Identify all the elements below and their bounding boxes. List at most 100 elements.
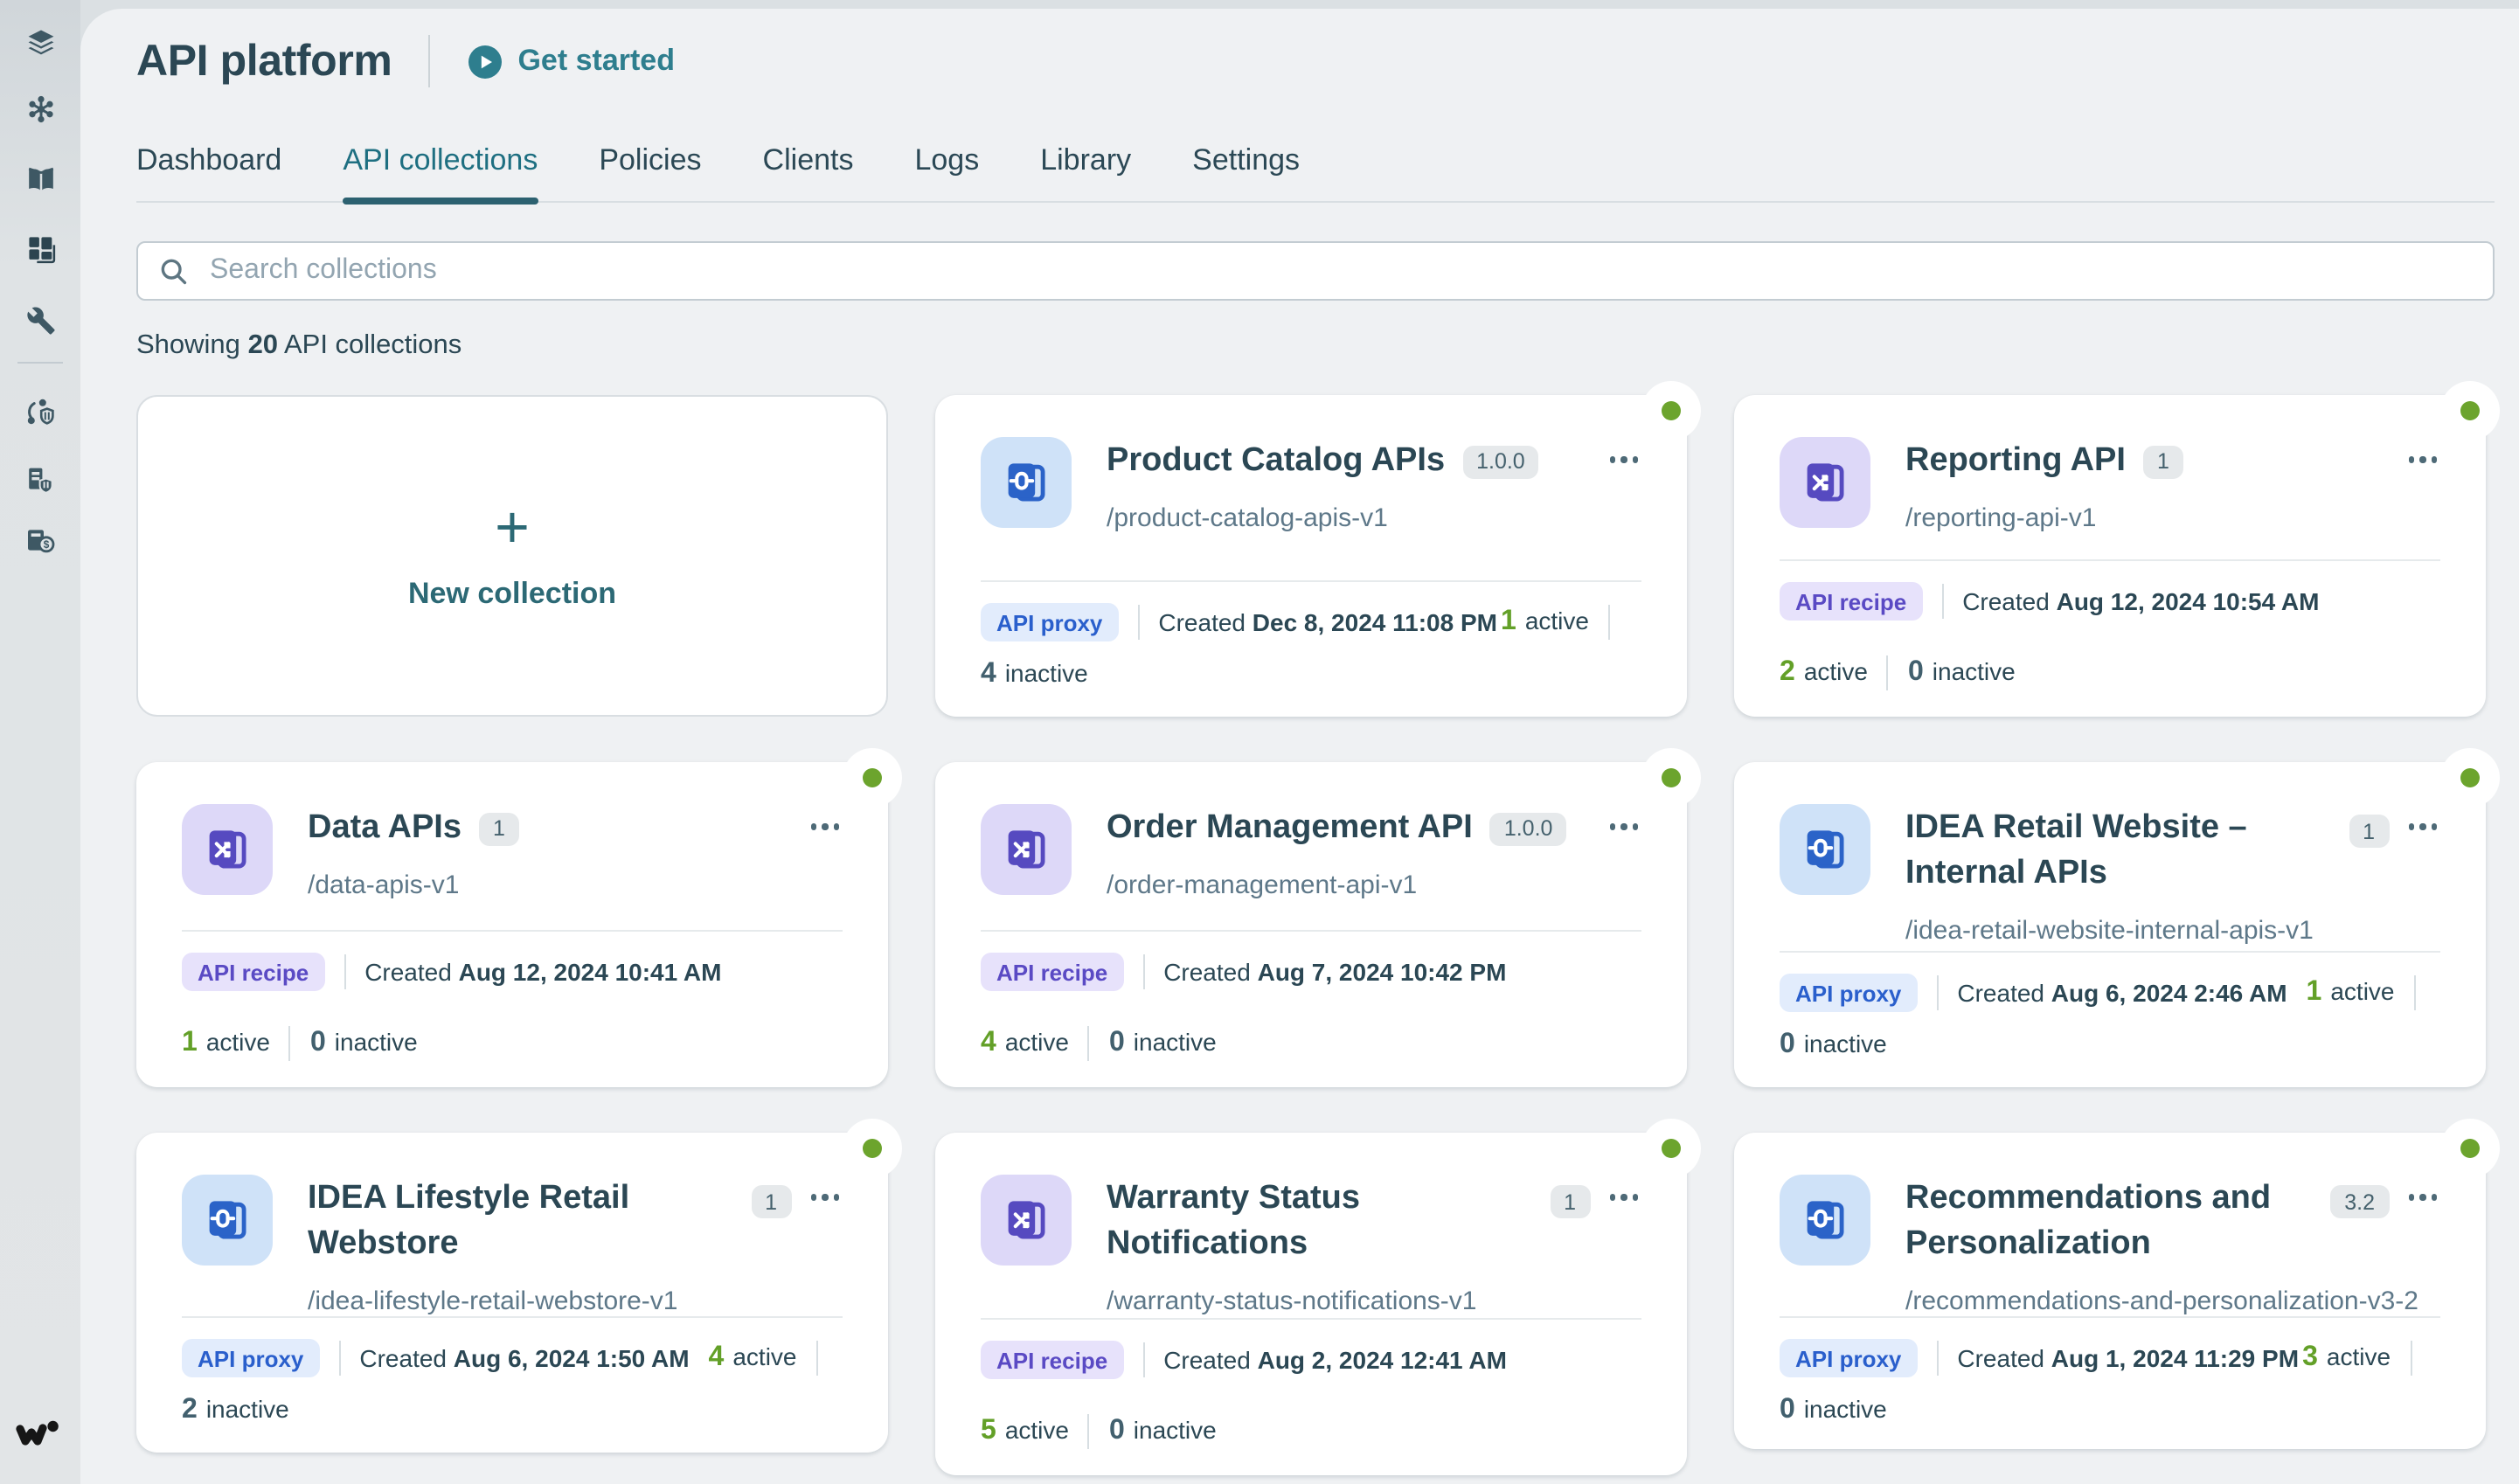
created-text: Created Aug 1, 2024 11:29 PM: [1957, 1344, 2299, 1372]
status-dot-notch: [2440, 1119, 2500, 1178]
footer-divider: [2414, 975, 2416, 1010]
collection-title: Reporting API: [1905, 439, 2126, 484]
status-dot: [1662, 768, 1681, 787]
inactive-count: 2inactive: [182, 1395, 289, 1426]
card-menu-icon[interactable]: [1606, 446, 1641, 473]
play-icon: [468, 45, 502, 78]
tab-logs[interactable]: Logs: [914, 143, 979, 201]
status-dot-notch: [2440, 748, 2500, 808]
inactive-count: 0inactive: [1109, 1416, 1217, 1447]
collection-title: Data APIs: [308, 806, 461, 851]
footer-divider: [1137, 605, 1139, 640]
api-proxy-icon: [1780, 804, 1870, 895]
card-menu-icon[interactable]: [807, 813, 843, 840]
status-dot: [2460, 768, 2480, 787]
footer-divider: [816, 1341, 818, 1376]
new-collection-card[interactable]: + New collection: [136, 395, 888, 717]
created-text: Created Aug 12, 2024 10:54 AM: [1962, 587, 2319, 615]
search-bar: [136, 241, 2495, 301]
status-dot-notch: [2440, 381, 2500, 440]
version-badge: 1.0.0: [1490, 812, 1567, 845]
version-badge: 1: [479, 812, 519, 845]
card-menu-icon[interactable]: [1606, 813, 1641, 840]
status-dot: [863, 768, 882, 787]
wrench-icon[interactable]: [24, 304, 56, 336]
version-badge: 1.0.0: [1462, 445, 1539, 478]
collection-card-idea-lifestyle-retail-webstore[interactable]: IDEA Lifestyle Retail Webstore /idea-lif…: [136, 1133, 888, 1453]
page-title: API platform: [136, 36, 392, 87]
get-started-button[interactable]: Get started: [468, 44, 675, 79]
api-platform-page: $ API platform Get started Dashboard API…: [0, 0, 2519, 1484]
card-menu-icon[interactable]: [807, 1183, 843, 1210]
svg-text:$: $: [44, 538, 50, 551]
type-badge: API proxy: [182, 1339, 319, 1377]
network-shield-icon[interactable]: [24, 397, 56, 428]
created-text: Created Aug 12, 2024 10:41 AM: [364, 958, 721, 986]
header-divider: [428, 35, 430, 87]
collection-title: IDEA Retail Website – Internal APIs: [1905, 806, 2314, 897]
footer-divider: [338, 1341, 340, 1376]
collection-path: /product-catalog-apis-v1: [1107, 503, 1571, 533]
card-menu-icon[interactable]: [2404, 446, 2440, 473]
type-badge: API recipe: [981, 1341, 1123, 1379]
api-proxy-icon: [1780, 1175, 1870, 1266]
active-count: 4active: [981, 1028, 1069, 1059]
inactive-count: 0inactive: [1780, 1030, 1887, 1061]
search-input[interactable]: [206, 253, 2472, 288]
created-text: Created Aug 2, 2024 12:41 AM: [1163, 1346, 1507, 1374]
collection-path: /idea-retail-website-internal-apis-v1: [1905, 916, 2314, 946]
version-badge: 1: [2349, 815, 2389, 848]
card-menu-icon[interactable]: [2404, 1183, 2440, 1210]
tab-dashboard[interactable]: Dashboard: [136, 143, 281, 201]
status-dot-notch: [843, 748, 902, 808]
book-icon[interactable]: [24, 163, 56, 194]
collection-card-recommendations-and-personalization[interactable]: Recommendations and Personalization /rec…: [1734, 1133, 2486, 1449]
collection-card-idea-retail-website-internal-apis[interactable]: IDEA Retail Website – Internal APIs /ide…: [1734, 762, 2486, 1087]
inactive-count: 0inactive: [1780, 1395, 1887, 1426]
status-dot-notch: [1641, 748, 1701, 808]
tab-api-collections[interactable]: API collections: [343, 143, 538, 201]
card-menu-icon[interactable]: [2404, 813, 2440, 840]
tab-settings[interactable]: Settings: [1192, 143, 1300, 201]
collection-card-warranty-status-notifications[interactable]: Warranty Status Notifications /warranty-…: [935, 1133, 1687, 1475]
building-shield-icon[interactable]: [24, 463, 56, 495]
footer-divider: [1088, 1026, 1090, 1061]
footer-divider: [1088, 1414, 1090, 1449]
footer-divider: [2410, 1341, 2411, 1376]
workato-logo: [16, 1418, 61, 1456]
collection-card-data-apis[interactable]: Data APIs 1 /data-apis-v1 API recipe C: [136, 762, 888, 1087]
collection-title: Warranty Status Notifications: [1107, 1176, 1515, 1267]
hub-icon[interactable]: [24, 93, 56, 124]
footer-divider: [1608, 605, 1610, 640]
billing-icon[interactable]: $: [24, 524, 56, 556]
created-text: Created Aug 6, 2024 1:50 AM: [359, 1344, 689, 1372]
grid-icon[interactable]: [24, 232, 56, 264]
tab-policies[interactable]: Policies: [599, 143, 701, 201]
collection-title: Recommendations and Personalization: [1905, 1176, 2295, 1267]
api-recipe-icon: [981, 1175, 1072, 1266]
footer-divider: [289, 1026, 291, 1061]
status-dot: [2460, 401, 2480, 420]
collection-card-product-catalog-apis[interactable]: Product Catalog APIs 1.0.0 /product-cata…: [935, 395, 1687, 717]
tab-library[interactable]: Library: [1040, 143, 1131, 201]
footer-divider: [1936, 1341, 1938, 1376]
active-count: 5active: [981, 1416, 1069, 1447]
api-proxy-icon: [182, 1175, 273, 1266]
tab-clients[interactable]: Clients: [763, 143, 854, 201]
collections-grid: + New collection Product Catalog APIs 1.…: [136, 395, 2495, 1475]
type-badge: API proxy: [1780, 1339, 1917, 1377]
status-dot-notch: [1641, 381, 1701, 440]
card-menu-icon[interactable]: [1606, 1183, 1641, 1210]
status-dot: [1662, 1139, 1681, 1158]
collection-path: /recommendations-and-personalization-v3-…: [1905, 1286, 2295, 1316]
sidebar-divider: [17, 362, 63, 364]
created-text: Created Dec 8, 2024 11:08 PM: [1158, 608, 1497, 636]
collection-card-reporting-api[interactable]: Reporting API 1 /reporting-api-v1 API re…: [1734, 395, 2486, 717]
collection-card-order-management-api[interactable]: Order Management API 1.0.0 /order-manage…: [935, 762, 1687, 1087]
api-proxy-icon: [981, 437, 1072, 528]
collection-path: /data-apis-v1: [308, 870, 772, 900]
layers-icon[interactable]: [24, 26, 56, 58]
page-header: API platform Get started: [136, 33, 2495, 89]
collection-path: /idea-lifestyle-retail-webstore-v1: [308, 1286, 716, 1316]
version-badge: 3.2: [2330, 1185, 2389, 1218]
